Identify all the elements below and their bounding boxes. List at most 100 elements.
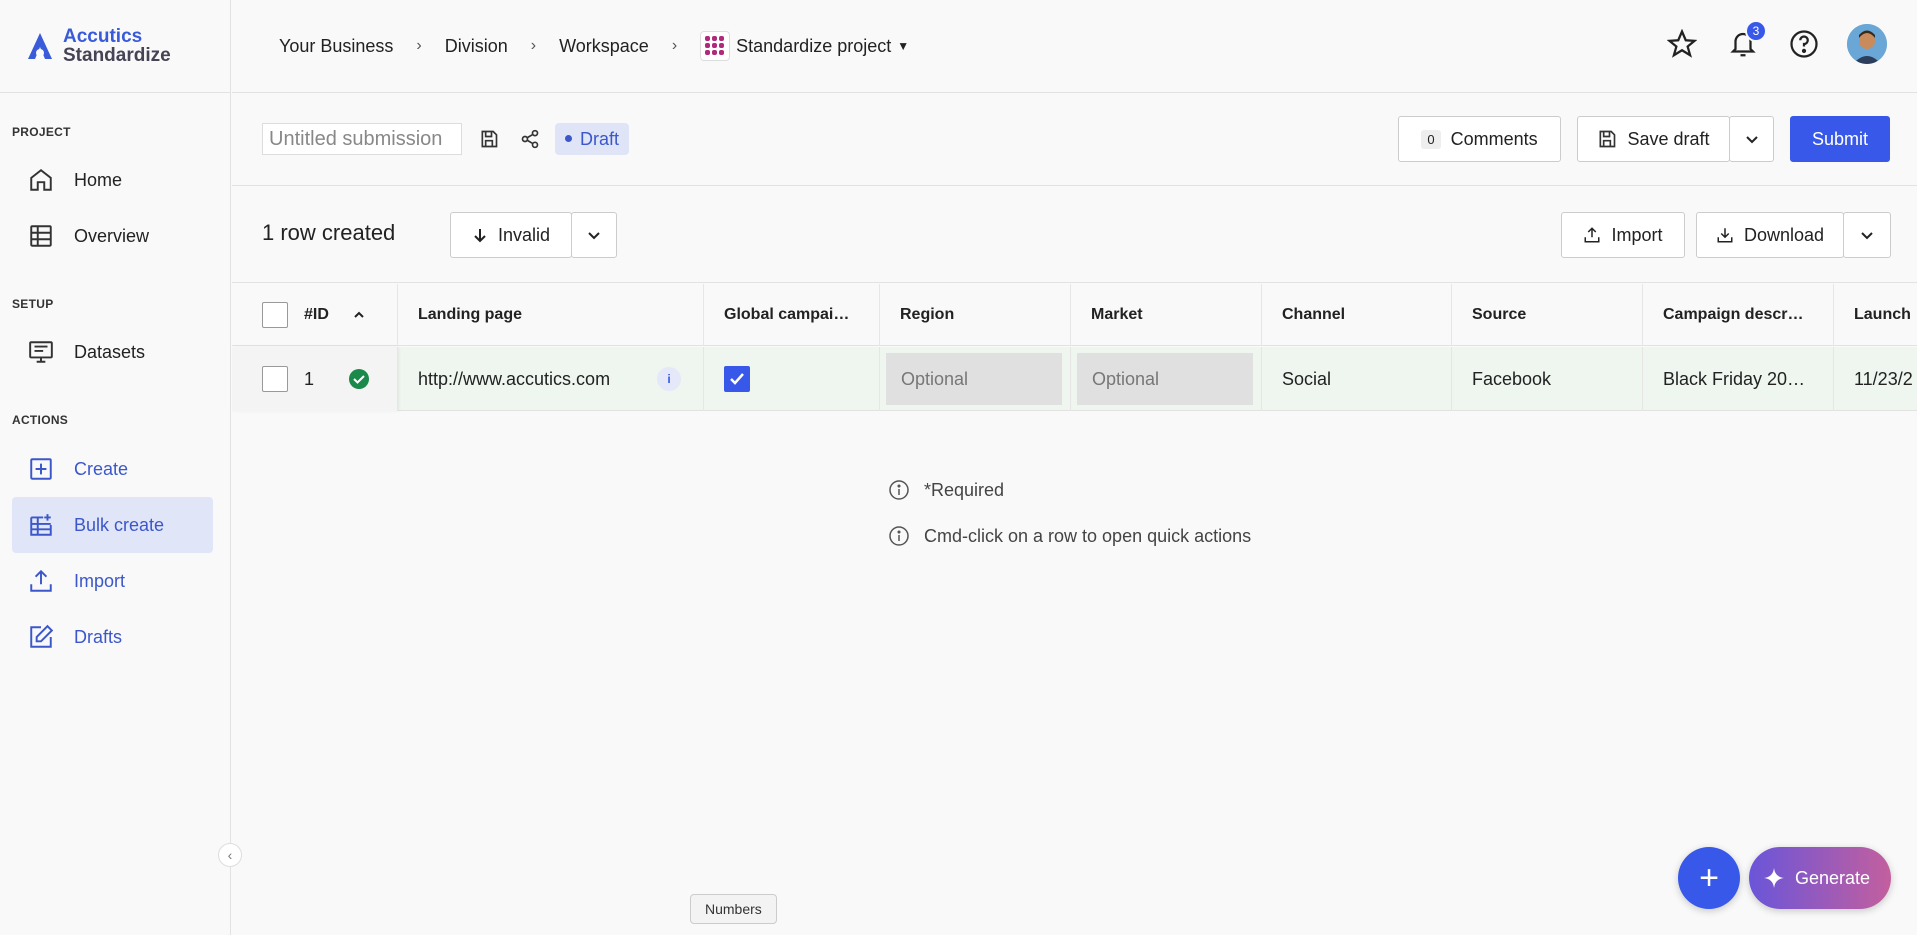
cell-landing-page[interactable]: http://www.accutics.com i [397, 347, 703, 411]
global-campaign-checkbox[interactable] [724, 366, 750, 392]
cell-campaign-description[interactable]: Black Friday 20… [1642, 347, 1833, 411]
upload-icon [1584, 227, 1600, 243]
data-table: #ID Landing page Global campai… Region M… [232, 284, 1917, 414]
user-avatar[interactable] [1847, 24, 1887, 64]
sidebar-item-drafts[interactable]: Drafts [12, 609, 213, 665]
cell-market[interactable]: Optional [1070, 347, 1261, 411]
section-label-setup: SETUP [12, 297, 54, 311]
column-header-global-campaign[interactable]: Global campai… [703, 284, 879, 346]
market-input[interactable]: Optional [1077, 353, 1253, 405]
comments-button[interactable]: 0 Comments [1398, 116, 1561, 162]
sidebar-item-create[interactable]: Create [12, 441, 213, 497]
add-row-button[interactable]: + [1678, 847, 1740, 909]
save-draft-options-button[interactable] [1729, 116, 1774, 162]
chevron-down-icon[interactable]: ▼ [897, 39, 909, 53]
bulk-create-icon [30, 514, 52, 536]
comments-count: 0 [1421, 129, 1441, 149]
breadcrumb-workspace[interactable]: Workspace [559, 36, 649, 57]
upload-icon [30, 569, 52, 592]
cell-region[interactable]: Optional [879, 347, 1070, 411]
save-draft-button[interactable]: Save draft [1577, 116, 1730, 162]
required-note: *Required [888, 479, 1004, 501]
datasets-icon [29, 341, 53, 363]
submit-button[interactable]: Submit [1790, 116, 1890, 162]
cell-launch[interactable]: 11/23/2 [1833, 347, 1917, 411]
edit-icon [30, 624, 54, 648]
column-header-campaign-description[interactable]: Campaign descr… [1642, 284, 1833, 346]
sparkle-icon [1764, 868, 1784, 888]
sidebar-item-datasets[interactable]: Datasets [12, 324, 213, 380]
project-icon [700, 31, 731, 61]
sidebar: Accutics Standardize PROJECT Home Overvi… [0, 0, 242, 935]
chevron-right-icon: › [530, 37, 537, 54]
valid-check-icon [349, 369, 369, 389]
cell-id: 1 [232, 347, 397, 411]
sidebar-item-home[interactable]: Home [12, 152, 213, 208]
column-header-region[interactable]: Region [879, 284, 1070, 346]
save-icon [1599, 130, 1616, 148]
info-circle-icon [889, 526, 909, 546]
row-select-checkbox[interactable] [262, 366, 288, 392]
sidebar-item-label: Create [74, 458, 129, 479]
breadcrumb-division[interactable]: Division [445, 36, 508, 57]
sidebar-item-import[interactable]: Import [12, 553, 213, 609]
column-header-landing-page[interactable]: Landing page [397, 284, 703, 346]
filter-invalid-button[interactable]: Invalid [450, 212, 572, 258]
download-icon [1717, 228, 1733, 243]
column-header-channel[interactable]: Channel [1261, 284, 1451, 346]
import-button[interactable]: Import [1561, 212, 1685, 258]
section-label-actions: ACTIONS [12, 413, 69, 427]
chevron-down-icon [1745, 136, 1758, 144]
brand-logo[interactable]: Accutics Standardize [0, 0, 230, 93]
download-button[interactable]: Download [1696, 212, 1844, 258]
column-header-market[interactable]: Market [1070, 284, 1261, 346]
status-badge: Draft [555, 123, 630, 155]
sidebar-item-label: Home [74, 169, 123, 190]
favorite-star-icon[interactable] [1664, 26, 1700, 62]
breadcrumb-business[interactable]: Your Business [279, 36, 393, 57]
chevron-down-icon [1861, 232, 1873, 240]
sidebar-item-label: Drafts [74, 626, 123, 647]
quick-actions-note: Cmd-click on a row to open quick actions [888, 525, 1251, 547]
chevron-down-icon [588, 232, 600, 240]
cell-channel[interactable]: Social [1261, 347, 1451, 411]
breadcrumb-project[interactable]: Standardize project [736, 36, 891, 57]
table-row[interactable]: 1 http://www.accutics.com i Optional Opt… [232, 347, 1917, 411]
cell-source[interactable]: Facebook [1451, 347, 1642, 411]
table-header: #ID Landing page Global campai… Region M… [232, 284, 1917, 346]
sidebar-item-label: Import [74, 570, 126, 591]
submission-bar: Untitled submission Draft 0 Comments Sav… [232, 94, 1917, 186]
filter-options-button[interactable] [571, 212, 617, 258]
download-options-button[interactable] [1843, 212, 1891, 258]
sort-ascending-icon[interactable] [353, 309, 365, 321]
sidebar-item-label: Bulk create [74, 514, 165, 535]
info-icon[interactable]: i [657, 367, 681, 391]
sidebar-item-label: Overview [74, 225, 150, 246]
collapse-sidebar-button[interactable]: ‹ [218, 843, 242, 867]
plus-square-icon [30, 458, 52, 480]
column-header-id[interactable]: #ID [232, 284, 397, 346]
tooltip: Numbers [690, 894, 777, 924]
select-all-checkbox[interactable] [262, 302, 288, 328]
top-bar: Your Business › Division › Workspace › S… [232, 0, 1917, 93]
sidebar-item-bulk-create[interactable]: Bulk create [12, 497, 213, 553]
column-header-source[interactable]: Source [1451, 284, 1642, 346]
brand-name: Accutics [63, 26, 143, 47]
table-icon [30, 225, 52, 247]
sidebar-item-label: Datasets [74, 341, 146, 362]
chevron-right-icon: › [671, 37, 678, 54]
info-circle-icon [889, 480, 909, 500]
submission-title-input[interactable]: Untitled submission [262, 123, 462, 155]
sidebar-item-overview[interactable]: Overview [12, 208, 213, 264]
column-header-launch[interactable]: Launch [1833, 284, 1917, 346]
save-icon[interactable] [476, 126, 502, 152]
check-icon [730, 373, 744, 385]
generate-button[interactable]: Generate [1749, 847, 1891, 909]
share-icon[interactable] [517, 126, 543, 152]
notifications-bell-icon[interactable]: 3 [1725, 20, 1767, 62]
cell-global-campaign[interactable] [703, 347, 879, 411]
arrow-down-icon [474, 229, 486, 243]
help-icon[interactable] [1786, 26, 1822, 62]
region-input[interactable]: Optional [886, 353, 1062, 405]
breadcrumb: Your Business › Division › Workspace › S… [279, 31, 909, 61]
